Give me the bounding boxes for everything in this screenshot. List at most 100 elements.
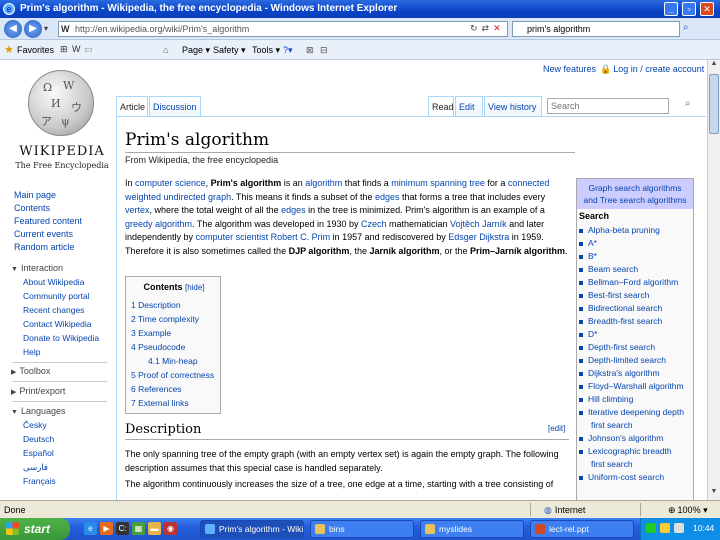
- navbox-item[interactable]: Lexicographic breadth: [579, 446, 672, 456]
- recent-pages-icon[interactable]: ▾: [44, 24, 48, 33]
- navbox-item[interactable]: B*: [579, 251, 597, 261]
- toc-item[interactable]: 4 Pseudocode: [131, 342, 185, 352]
- link-dijkstra[interactable]: Edsger Dijkstra: [448, 232, 509, 242]
- link-mst[interactable]: minimum spanning tree: [391, 178, 485, 188]
- taskbar-button-myslides[interactable]: myslides: [420, 520, 524, 538]
- start-button[interactable]: start: [0, 518, 70, 540]
- scroll-down-icon[interactable]: ▼: [709, 488, 719, 500]
- tray-network-icon[interactable]: [646, 523, 656, 533]
- navbox-title[interactable]: Graph search algorithms and Tree search a…: [577, 179, 693, 209]
- navbox-item[interactable]: A*: [579, 238, 597, 248]
- help-menu[interactable]: ?▾: [283, 45, 293, 56]
- quicklaunch-app-icon[interactable]: ◉: [164, 522, 177, 535]
- link-prim[interactable]: Robert C. Prim: [271, 232, 331, 242]
- url-input[interactable]: http://en.wikipedia.org/wiki/Prim's_algo…: [58, 21, 508, 37]
- tab-read[interactable]: Read: [428, 96, 454, 116]
- tab-article[interactable]: Article: [116, 96, 148, 116]
- navbox-item[interactable]: Floyd–Warshall algorithm: [579, 381, 684, 391]
- wikipedia-logo[interactable]: Ω W И ウ ア ψ WIKIPEDIA The Free Encyclope…: [14, 70, 110, 174]
- taskbar-button-bins[interactable]: bins: [310, 520, 414, 538]
- sidebar-item[interactable]: Help: [23, 347, 40, 357]
- navbox-item[interactable]: Beam search: [579, 264, 638, 274]
- navbox-item[interactable]: Breadth-first search: [579, 316, 662, 326]
- translate-icon[interactable]: ⊟: [320, 45, 328, 56]
- login-link[interactable]: Log in / create account: [613, 64, 704, 74]
- link-jarnik[interactable]: Vojtěch Jarník: [450, 219, 507, 229]
- link-czech[interactable]: Czech: [361, 219, 387, 229]
- toc-item[interactable]: 7 External links: [131, 398, 189, 408]
- navbox-item[interactable]: Alpha-beta pruning: [579, 225, 660, 235]
- navbox-item[interactable]: Bidirectional search: [579, 303, 662, 313]
- section-edit-link[interactable]: [edit]: [548, 424, 565, 433]
- sidebar-item[interactable]: Donate to Wikipedia: [23, 333, 99, 343]
- refresh-icon[interactable]: ↻: [470, 23, 482, 33]
- compat-icon[interactable]: ⇄: [482, 23, 494, 33]
- toc-item[interactable]: 3 Example: [131, 328, 171, 338]
- vertical-scrollbar[interactable]: ▲ ▼: [707, 60, 720, 500]
- sidebar-head-print[interactable]: ▶ Print/export: [11, 386, 65, 396]
- sidebar-item-language[interactable]: Deutsch: [23, 434, 54, 444]
- tray-security-icon[interactable]: [660, 523, 670, 533]
- quicklaunch-cmd-icon[interactable]: C:: [116, 522, 129, 535]
- navbox-item-continued[interactable]: first search: [591, 420, 633, 430]
- toc-hide-link[interactable]: [hide]: [185, 283, 205, 292]
- navbox-item[interactable]: Bellman–Ford algorithm: [579, 277, 678, 287]
- sidebar-item-main-page[interactable]: Main page: [14, 190, 56, 200]
- sidebar-item-language[interactable]: Español: [23, 448, 54, 458]
- home-icon[interactable]: ⌂: [163, 45, 168, 55]
- link-greedy[interactable]: greedy algorithm: [125, 219, 192, 229]
- tab-edit[interactable]: Edit: [455, 96, 483, 116]
- search-go-icon[interactable]: ⌕: [683, 22, 689, 33]
- navbox-item-continued[interactable]: first search: [591, 459, 633, 469]
- quicklaunch-folder-icon[interactable]: ▬: [148, 522, 161, 535]
- link-algorithm[interactable]: algorithm: [305, 178, 342, 188]
- navbox-item[interactable]: Iterative deepening depth: [579, 407, 684, 417]
- favorites-star-icon[interactable]: ★: [4, 43, 14, 56]
- quicklaunch-media-icon[interactable]: ▶: [100, 522, 113, 535]
- research-icon[interactable]: ⊠: [306, 45, 314, 56]
- wiki-search-input[interactable]: [547, 98, 669, 114]
- sidebar-head-toolbox[interactable]: ▶ Toolbox: [11, 366, 50, 376]
- navbox-item[interactable]: Depth-first search: [579, 342, 655, 352]
- sidebar-item-language[interactable]: Česky: [23, 420, 47, 430]
- toc-item[interactable]: 2 Time complexity: [131, 314, 199, 324]
- forward-button[interactable]: ▶: [24, 20, 42, 38]
- tab-wiki-icon[interactable]: W: [72, 44, 81, 54]
- toc-item[interactable]: 6 References: [131, 384, 182, 394]
- minimize-button[interactable]: _: [664, 2, 678, 16]
- sidebar-item[interactable]: Recent changes: [23, 305, 84, 315]
- favorites-button[interactable]: Favorites: [17, 45, 54, 55]
- search-icon[interactable]: ⌕: [685, 98, 691, 109]
- link-edges[interactable]: edges: [375, 192, 400, 202]
- sidebar-item-featured[interactable]: Featured content: [14, 216, 82, 226]
- quicklaunch-desktop-icon[interactable]: ▦: [132, 522, 145, 535]
- maximize-button[interactable]: ▫: [682, 2, 696, 16]
- quicklaunch-ie-icon[interactable]: e: [84, 522, 97, 535]
- close-button[interactable]: ✕: [700, 2, 714, 16]
- sidebar-item-language[interactable]: Français: [23, 476, 56, 486]
- tab-discussion[interactable]: Discussion: [149, 96, 201, 116]
- link-computer-science[interactable]: computer science: [135, 178, 206, 188]
- sidebar-item[interactable]: About Wikipedia: [23, 277, 84, 287]
- back-button[interactable]: ◀: [4, 20, 22, 38]
- live-search-input[interactable]: prim's algorithm: [512, 21, 680, 37]
- toc-item[interactable]: 1 Description: [131, 300, 181, 310]
- navbox-item[interactable]: Johnson's algorithm: [579, 433, 663, 443]
- sidebar-head-interaction[interactable]: ▼ Interaction: [11, 263, 63, 273]
- safety-menu[interactable]: Safety ▾: [213, 45, 246, 56]
- sidebar-item-language[interactable]: فارسی: [23, 462, 48, 473]
- toc-item[interactable]: 4.1 Min-heap: [148, 356, 198, 366]
- scroll-up-icon[interactable]: ▲: [709, 60, 719, 72]
- new-tab-icon[interactable]: ▭: [84, 44, 93, 55]
- link-edges-2[interactable]: edges: [281, 205, 306, 215]
- sidebar-item[interactable]: Community portal: [23, 291, 90, 301]
- navbox-item[interactable]: Depth-limited search: [579, 355, 666, 365]
- navbox-item[interactable]: Hill climbing: [579, 394, 633, 404]
- quick-tabs-icon[interactable]: ⊞: [60, 44, 68, 55]
- stop-icon[interactable]: ✕: [493, 23, 505, 33]
- sidebar-item[interactable]: Contact Wikipedia: [23, 319, 92, 329]
- navbox-item[interactable]: D*: [579, 329, 597, 339]
- link-computer-scientist[interactable]: computer scientist: [196, 232, 269, 242]
- zoom-level[interactable]: ⊕ 100% ▾: [668, 505, 708, 516]
- page-menu[interactable]: Page ▾: [182, 45, 210, 56]
